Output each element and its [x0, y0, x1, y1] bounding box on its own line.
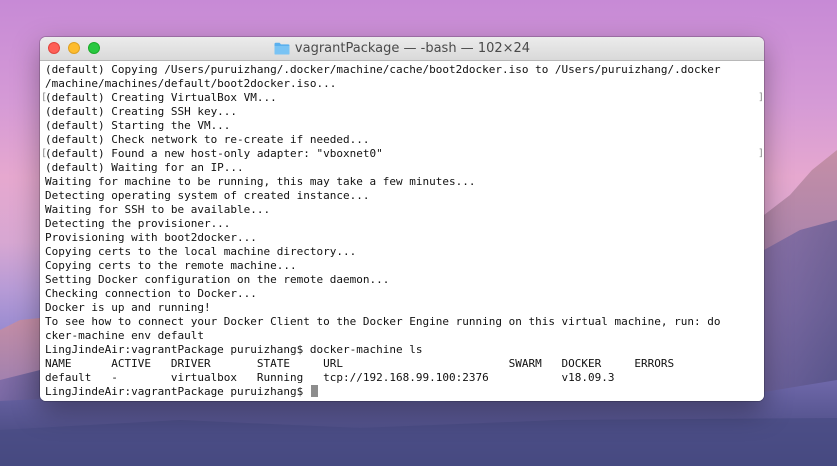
- terminal-line: (default) Starting the VM...: [45, 119, 231, 132]
- terminal-line: (default) Creating SSH key...: [45, 105, 238, 118]
- terminal-line: Docker is up and running!: [45, 301, 211, 314]
- terminal-window[interactable]: vagrantPackage — -bash — 102×24 (default…: [40, 37, 764, 401]
- terminal-line: Waiting for SSH to be available...: [45, 203, 271, 216]
- desktop-background: vagrantPackage — -bash — 102×24 (default…: [0, 0, 837, 466]
- terminal-line: cker-machine env default: [45, 329, 204, 342]
- terminal-line: LingJindeAir:vagrantPackage puruizhang$ …: [45, 343, 423, 356]
- terminal-line: (default) Waiting for an IP...: [45, 161, 244, 174]
- mark-left-bracket: [: [41, 92, 48, 103]
- mark-right-bracket: ]: [758, 148, 764, 159]
- terminal-line: (default) Check network to re-create if …: [45, 133, 370, 146]
- terminal-line: default - virtualbox Running tcp://192.1…: [45, 371, 615, 384]
- terminal-line: Copying certs to the remote machine...: [45, 259, 297, 272]
- mark-right-bracket: ]: [758, 92, 764, 103]
- shell-prompt: LingJindeAir:vagrantPackage puruizhang$: [45, 385, 310, 398]
- folder-icon: [274, 42, 290, 55]
- terminal-line: (default) Found a new host-only adapter:…: [45, 147, 383, 160]
- terminal-line: Detecting the provisioner...: [45, 217, 231, 230]
- terminal-line: Copying certs to the local machine direc…: [45, 245, 357, 258]
- terminal-line: Checking connection to Docker...: [45, 287, 257, 300]
- terminal-line: NAME ACTIVE DRIVER STATE URL SWARM DOCKE…: [45, 357, 675, 370]
- text-cursor: [310, 385, 318, 397]
- mark-left-bracket: [: [41, 148, 48, 159]
- title-bar[interactable]: vagrantPackage — -bash — 102×24: [40, 37, 764, 61]
- terminal-line: /machine/machines/default/boot2docker.is…: [45, 77, 337, 90]
- terminal-line: Waiting for machine to be running, this …: [45, 175, 476, 188]
- terminal-line: Detecting operating system of created in…: [45, 189, 370, 202]
- terminal-prompt-line[interactable]: LingJindeAir:vagrantPackage puruizhang$: [45, 385, 721, 399]
- terminal-line: Provisioning with boot2docker...: [45, 231, 257, 244]
- terminal-line: To see how to connect your Docker Client…: [45, 315, 721, 328]
- window-title: vagrantPackage — -bash — 102×24: [40, 37, 764, 60]
- terminal-lines: (default) Copying /Users/puruizhang/.doc…: [45, 63, 721, 399]
- terminal-output-area[interactable]: (default) Copying /Users/puruizhang/.doc…: [40, 61, 764, 401]
- terminal-line: (default) Creating VirtualBox VM...: [45, 91, 277, 104]
- terminal-line: Setting Docker configuration on the remo…: [45, 273, 390, 286]
- window-title-text: vagrantPackage — -bash — 102×24: [294, 41, 531, 56]
- terminal-line: (default) Copying /Users/puruizhang/.doc…: [45, 63, 721, 76]
